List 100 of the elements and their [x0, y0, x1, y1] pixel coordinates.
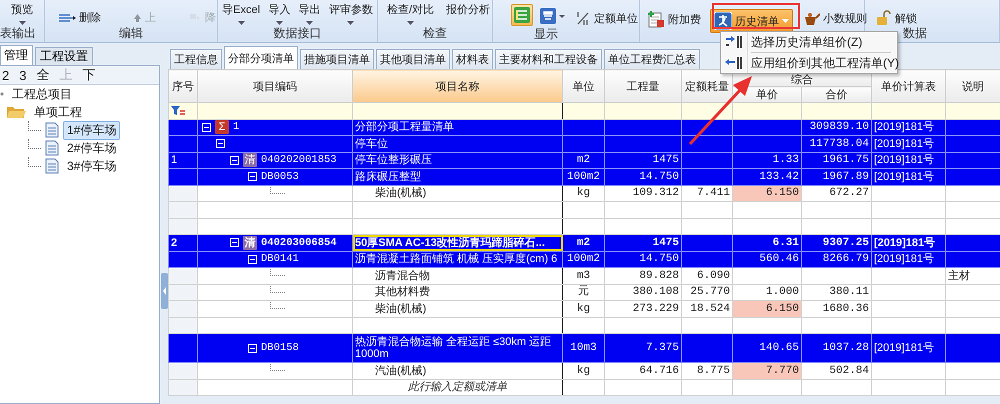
collapse-toggle[interactable]: [248, 172, 257, 182]
sheet-tab[interactable]: 单位工程费汇总表: [604, 49, 700, 69]
grid-icon: [513, 6, 531, 24]
table-cell: kg: [562, 362, 604, 379]
table-row[interactable]: 停车位 117738.04 [2019]181号: [168, 136, 1000, 152]
column-header: 工程量: [604, 70, 682, 102]
group-label: 显示: [533, 28, 559, 41]
table-cell: 8266.79: [802, 251, 872, 268]
table-cell: 672.27: [802, 185, 872, 202]
table-cell: 汽油(机械): [352, 362, 562, 379]
table-cell: 其他材料费: [352, 284, 562, 300]
folder-icon: [6, 105, 26, 119]
bill-badge: 清: [243, 153, 257, 168]
table-cell: 100m2: [562, 251, 604, 268]
filter-icon: [171, 106, 185, 116]
table-cell: [2019]181号: [872, 136, 946, 152]
group-label: 数据: [902, 27, 928, 40]
table-row[interactable]: 1 清 040202001853 停车位整形碾压 m2 1475 1.33 1961.75 [2019]181号: [168, 152, 1000, 168]
item-code: 040203006854: [261, 236, 337, 250]
decimal-rule-button[interactable]: 小数规则: [799, 9, 870, 27]
table-cell: 沥青混凝土路面铺筑 机械 压实厚度(cm) 6: [352, 251, 562, 268]
dropdown-button[interactable]: 导入: [265, 0, 294, 26]
dot-icon: [0, 92, 4, 96]
table-cell: 此行输入定额或清单: [352, 379, 562, 396]
table-cell: 502.84: [802, 362, 872, 379]
dropdown-button[interactable]: 评审参数: [326, 0, 376, 26]
table-cell: 主材: [946, 268, 1000, 284]
table-row[interactable]: Σ 1 分部分项工程量清单 309839.10 [2019]181号: [168, 119, 1000, 136]
item-code: DB0053: [261, 170, 299, 184]
tree-item[interactable]: 3#停车场: [63, 156, 120, 176]
table-cell: 1680.36: [802, 300, 872, 317]
tree-item[interactable]: 工程总项目: [8, 84, 76, 104]
caret-icon: [782, 19, 789, 23]
table-cell: 柴油(机械): [352, 300, 562, 317]
dropdown-button[interactable]: 导Excel: [219, 0, 264, 26]
item-code: 1: [233, 120, 240, 134]
sheet-icon: [540, 7, 565, 25]
document-icon: [45, 158, 59, 174]
unit-button[interactable]: 定额单位: [572, 9, 641, 27]
collapse-toggle[interactable]: [230, 238, 239, 248]
caret-icon: [238, 21, 245, 25]
table-cell: 9307.25: [802, 234, 872, 251]
dropdown-button[interactable]: 导出: [296, 0, 324, 26]
document-icon: [45, 122, 59, 138]
ribbon-button[interactable]: 报价分析: [443, 0, 494, 18]
collapse-toggle[interactable]: [248, 344, 257, 352]
sheet-tab[interactable]: 材料表: [452, 49, 493, 69]
caret-icon: [18, 21, 26, 25]
sheet-plus-icon: [647, 10, 665, 28]
table-cell: 380.108: [604, 284, 682, 300]
sheet-tab[interactable]: 其他项目清单: [376, 49, 450, 69]
group-label: 检查: [422, 27, 448, 40]
collapse-toggle[interactable]: [216, 139, 225, 148]
panel-tab[interactable]: 工程设置: [35, 47, 93, 65]
caret-icon: [407, 21, 414, 25]
padlock-icon: [876, 10, 892, 26]
table-row[interactable]: 2 清 040203006854 50厚SMA AC-13改性沥青玛蹄脂碎石... m2 1475 6.31 9307.25 [2019]181号: [168, 234, 1000, 251]
collapse-toggle[interactable]: [202, 122, 211, 132]
table-row[interactable]: DB0158 热沥青混合物运输 全程运距 ≤30km 运距1000m 10m3 7.375 140.65 1037.28 [2019]181号: [168, 334, 1000, 362]
column-header: 单位: [562, 70, 604, 102]
collapse-toggle[interactable]: [248, 254, 257, 264]
dropdown-button[interactable]: 预览: [8, 0, 36, 26]
view-toggle-button[interactable]: [511, 4, 533, 26]
sheet-tab[interactable]: 工程信息: [170, 49, 222, 69]
list-arrow-icon: [725, 56, 743, 70]
panel-tab[interactable]: 管理: [0, 45, 33, 65]
table-cell: 1037.28: [802, 334, 872, 362]
tree-item[interactable]: 2#停车场: [63, 138, 120, 158]
level-button[interactable]: 下: [82, 66, 96, 84]
unlock-button[interactable]: 解锁: [873, 9, 920, 27]
sheet-tab[interactable]: 主要材料和工程设备: [495, 49, 602, 69]
sum-badge: Σ: [215, 120, 229, 134]
level-button[interactable]: 2: [2, 68, 10, 82]
level-button[interactable]: 全: [36, 66, 50, 84]
column-header: 项目名称: [352, 70, 562, 102]
table-cell: [2019]181号: [872, 234, 946, 251]
table-row[interactable]: DB0141 沥青混凝土路面铺筑 机械 压实厚度(cm) 6 100m2 14.750 560.46 8266.79 [2019]181号: [168, 251, 1000, 268]
table-cell: 14.750: [604, 168, 682, 185]
level-button[interactable]: 3: [19, 68, 26, 82]
column-header: 说明: [946, 70, 1000, 102]
menu-item[interactable]: 选择历史清单组价(Z): [721, 32, 897, 52]
column-header: 单价计算表: [872, 70, 946, 102]
table-cell: 热沥青混合物运输 全程运距 ≤30km 运距1000m: [352, 334, 562, 362]
kettle-icon: [802, 10, 820, 26]
tree-item[interactable]: 1#停车场: [63, 120, 120, 140]
table-cell: 100m2: [562, 168, 604, 185]
table-cell: 停车位: [352, 136, 562, 152]
delete-button[interactable]: 删除: [55, 9, 104, 26]
dropdown-button[interactable]: 检查/对比: [384, 0, 438, 26]
tree-item[interactable]: 单项工程: [30, 102, 86, 122]
collapse-toggle[interactable]: [230, 156, 239, 165]
table-row[interactable]: DB0053 路床碾压整型 100m2 14.750 133.42 1967.89 [2019]181号: [168, 168, 1000, 185]
table-cell: 64.716: [604, 362, 682, 379]
surcharge-button[interactable]: 附加费: [644, 9, 704, 29]
collapse-handle[interactable]: [160, 273, 168, 309]
sheet-tab[interactable]: 分部分项清单: [224, 46, 298, 69]
sheet-tab[interactable]: 措施项目清单: [300, 49, 374, 69]
caret-icon: [306, 21, 314, 25]
table-cell: 6.150: [732, 185, 802, 202]
list-arrow-icon: [58, 12, 76, 22]
